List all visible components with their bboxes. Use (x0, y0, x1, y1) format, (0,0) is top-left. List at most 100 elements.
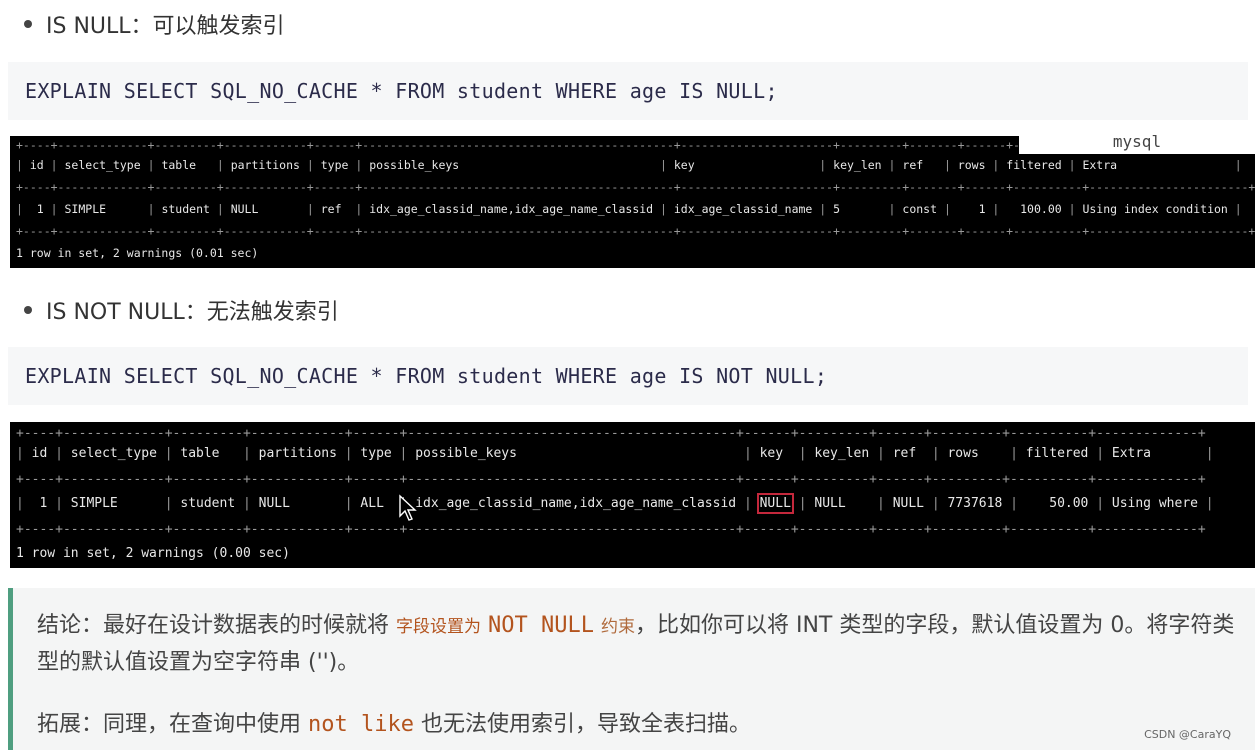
conclusion-text: 结论：最好在设计数据表的时候就将 (37, 613, 390, 638)
table-pipe: | (1088, 446, 1112, 461)
table-pipe: | (937, 202, 958, 216)
table-pipe: | (235, 446, 259, 461)
table-cell: select_type (70, 446, 157, 461)
table-pipe: | (1227, 202, 1242, 216)
table-pipe: | (299, 158, 321, 172)
table-cell: Using index condition (1082, 202, 1228, 216)
table-pipe: | (985, 202, 1007, 216)
table-cell: table (180, 446, 236, 461)
table-pipe: | (140, 158, 162, 172)
table-cell: ALL (360, 496, 392, 511)
table-pipe: | (985, 158, 1007, 172)
table-cell: ref (320, 202, 349, 216)
inline-code-not-like: not like (308, 712, 414, 737)
result-footer: 1 row in set, 2 warnings (0.00 sec) (16, 546, 290, 561)
table-pipe: | (653, 202, 674, 216)
table-cell: const (902, 202, 938, 216)
table-pipe: | (391, 446, 416, 461)
extension-text-rest: 也无法使用索引，导致全表扫描。 (420, 712, 751, 737)
table-cell: type (360, 446, 392, 461)
table-cell: idx_age_classid_name (673, 202, 813, 216)
table-pipe: | (1088, 496, 1112, 511)
table-header-row: | id | select_type | table | partitions … (16, 158, 1242, 172)
table-cell: 1 (31, 496, 48, 511)
table-pipe: | (881, 202, 903, 216)
bullet-is-null: IS NULL：可以触发索引 (24, 8, 285, 40)
table-pipe: | (348, 202, 370, 216)
table-pipe: | (336, 446, 361, 461)
table-border: +----+-------------+---------+----------… (16, 522, 1206, 537)
table-pipe: | (16, 446, 32, 461)
table-cell: NULL (258, 496, 337, 511)
table-pipe: | (348, 158, 370, 172)
table-cell: ref (892, 446, 924, 461)
table-row: | 1 | SIMPLE | student | NULL | ref | id… (16, 202, 1242, 216)
table-pipe: | (43, 202, 65, 216)
table-cell: possible_keys (415, 446, 737, 461)
table-cell: filtered (1006, 158, 1062, 172)
table-cell: rows (947, 446, 1003, 461)
bullet-text: IS NULL：可以触发索引 (46, 14, 285, 39)
conclusion-note: 结论：最好在设计数据表的时候就将 字段设置为 NOT NULL 约束，比如你可以… (8, 588, 1255, 750)
table-pipe: | (299, 202, 321, 216)
table-pipe: | (336, 496, 361, 511)
table-pipe: | (736, 496, 760, 511)
table-cell: key_len (833, 158, 882, 172)
table-border: +----+-------------+---------+----------… (16, 472, 1206, 487)
table-cell: SIMPLE (64, 202, 141, 216)
table-pipe: | (47, 496, 71, 511)
table-cell: 5 (833, 202, 882, 216)
table-row: | 1 | SIMPLE | student | NULL | ALL | id… (16, 493, 1214, 514)
table-cell: ref (902, 158, 938, 172)
table-pipe: | (790, 446, 815, 461)
table-cell: 100.00 (1006, 202, 1062, 216)
sql-text: EXPLAIN SELECT SQL_NO_CACHE * FROM stude… (25, 79, 778, 103)
table-pipe: | (924, 496, 948, 511)
table-pipe: | (140, 202, 162, 216)
extension-text: 拓展：同理，在查询中使用 (37, 712, 302, 737)
table-pipe: | (869, 496, 893, 511)
bullet-dot-icon (24, 20, 32, 28)
table-cell: student (161, 202, 210, 216)
table-cell: Using where (1111, 496, 1198, 511)
table-pipe: | (1061, 202, 1083, 216)
table-pipe: | (209, 158, 231, 172)
table-border: +----+-------------+---------+----------… (16, 180, 1255, 194)
table-pipe: | (869, 446, 893, 461)
table-cell: 50.00 (1025, 496, 1089, 511)
table-cell: select_type (64, 158, 141, 172)
table-cell: NULL (814, 496, 870, 511)
table-pipe: | (1227, 158, 1242, 172)
table-cell: NULL (230, 202, 300, 216)
table-cell: Extra (1082, 158, 1228, 172)
table-pipe: | (653, 158, 674, 172)
table-pipe: | (790, 496, 815, 511)
table-pipe: | (812, 158, 834, 172)
highlighted-cell: NULL (756, 493, 794, 514)
explain-result-is-null: +----+-------------+---------+----------… (10, 136, 1255, 268)
mouse-cursor-icon (399, 494, 417, 521)
table-pipe: | (235, 496, 259, 511)
bullet-is-not-null: IS NOT NULL：无法触发索引 (24, 294, 339, 326)
table-cell: 1 (29, 202, 44, 216)
table-pipe: | (881, 158, 903, 172)
table-cell: key (673, 158, 813, 172)
table-cell: id (31, 446, 48, 461)
table-header-row: | id | select_type | table | partitions … (16, 446, 1214, 461)
table-cell: student (180, 496, 236, 511)
bullet-text: IS NOT NULL：无法触发索引 (46, 300, 339, 325)
table-cell: filtered (1025, 446, 1089, 461)
table-pipe: | (736, 446, 760, 461)
bullet-dot-icon (24, 306, 32, 314)
inline-code-not-null: NOT NULL (488, 613, 594, 638)
table-pipe: | (16, 496, 32, 511)
table-pipe: | (1197, 496, 1214, 511)
conclusion-highlight: 字段设置为 (396, 617, 482, 637)
table-pipe: | (1197, 446, 1214, 461)
table-border: +----+-------------+---------+----------… (16, 426, 1206, 441)
table-cell: partitions (230, 158, 300, 172)
conclusion-paragraph: 结论：最好在设计数据表的时候就将 字段设置为 NOT NULL 约束，比如你可以… (37, 608, 1237, 681)
table-pipe: | (209, 202, 231, 216)
result-footer: 1 row in set, 2 warnings (0.01 sec) (16, 246, 259, 260)
table-cell: id (29, 158, 44, 172)
